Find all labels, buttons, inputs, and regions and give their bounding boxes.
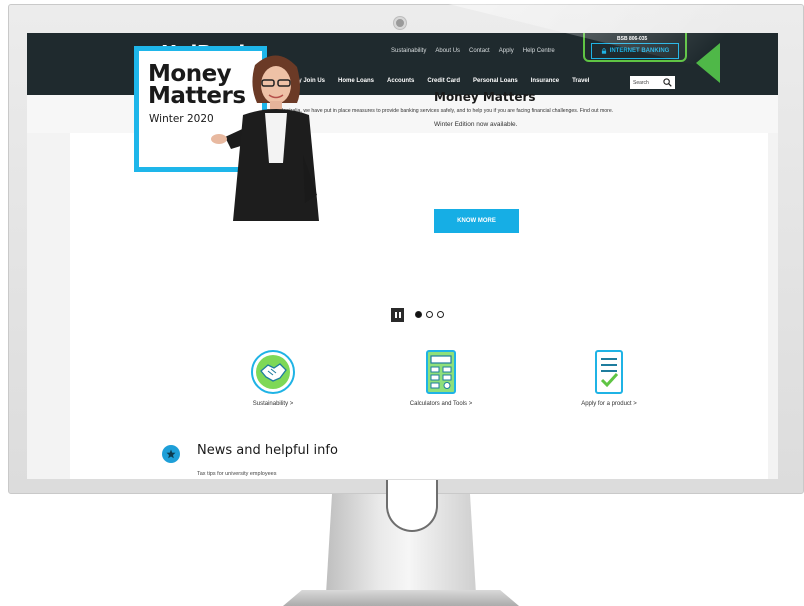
- feature-sustainability[interactable]: Sustainability >: [213, 349, 333, 407]
- carousel-dot-3[interactable]: [437, 311, 444, 318]
- search-placeholder: Search: [633, 79, 649, 86]
- nav-accounts[interactable]: Accounts: [387, 78, 414, 84]
- carousel-pause-button[interactable]: [391, 308, 404, 322]
- monitor-stand-foot: [283, 590, 519, 606]
- main-nav: Why Join Us Home Loans Accounts Credit C…: [289, 78, 589, 84]
- nav-credit-card[interactable]: Credit Card: [427, 78, 460, 84]
- hero-title: Money Matters: [434, 90, 536, 104]
- nav-insurance[interactable]: Insurance: [531, 78, 559, 84]
- carousel-dot-2[interactable]: [426, 311, 433, 318]
- nav-travel[interactable]: Travel: [572, 78, 589, 84]
- bsb-number: BSB 806-035: [617, 36, 648, 42]
- hero-text: Winter Edition now available.: [434, 121, 518, 128]
- feature-calculators[interactable]: Calculators and Tools >: [381, 349, 501, 407]
- nav-apply-link[interactable]: Apply: [499, 48, 514, 54]
- feature-apply[interactable]: Apply for a product >: [549, 349, 669, 407]
- nav-home-loans[interactable]: Home Loans: [338, 78, 374, 84]
- feature-calculators-label: Calculators and Tools >: [409, 401, 473, 407]
- nav-help-centre-link[interactable]: Help Centre: [523, 48, 555, 54]
- internet-banking-label: INTERNET BANKING: [609, 48, 670, 54]
- checklist-icon: [595, 350, 623, 394]
- know-more-button[interactable]: KNOW MORE: [434, 209, 519, 233]
- news-badge: [162, 445, 180, 463]
- utility-nav: Sustainability About Us Contact Apply He…: [391, 48, 555, 54]
- carousel-dots: [415, 311, 444, 318]
- nav-contact-link[interactable]: Contact: [469, 48, 490, 54]
- nav-sustainability-link[interactable]: Sustainability: [391, 48, 426, 54]
- feature-apply-label: Apply for a product >: [581, 401, 637, 407]
- money-matters-box-subtitle: Winter 2020: [149, 113, 214, 125]
- search-input[interactable]: Search: [630, 76, 675, 89]
- news-heading: News and helpful info: [197, 443, 338, 458]
- presenter-photo: [211, 55, 319, 221]
- pause-icon: [394, 312, 397, 318]
- monitor-scene: UniBank Sustainability About Us Contact …: [0, 0, 804, 606]
- lock-icon: [601, 48, 606, 54]
- star-icon: [166, 449, 176, 459]
- browser-screen: UniBank Sustainability About Us Contact …: [27, 33, 778, 479]
- monitor-stand-cutout: [386, 480, 438, 532]
- calculator-icon: [426, 350, 456, 394]
- handshake-icon: [251, 350, 295, 394]
- internet-banking-button[interactable]: INTERNET BANKING: [591, 43, 679, 59]
- search-icon[interactable]: [663, 78, 672, 87]
- nav-personal-loans[interactable]: Personal Loans: [473, 78, 518, 84]
- carousel-dot-1[interactable]: [415, 311, 422, 318]
- news-first-item[interactable]: Tax tips for university employees: [197, 471, 276, 477]
- nav-about-us-link[interactable]: About Us: [435, 48, 460, 54]
- page-content: [70, 133, 768, 479]
- feature-sustainability-label: Sustainability >: [252, 401, 294, 407]
- webcam-icon: [394, 17, 406, 29]
